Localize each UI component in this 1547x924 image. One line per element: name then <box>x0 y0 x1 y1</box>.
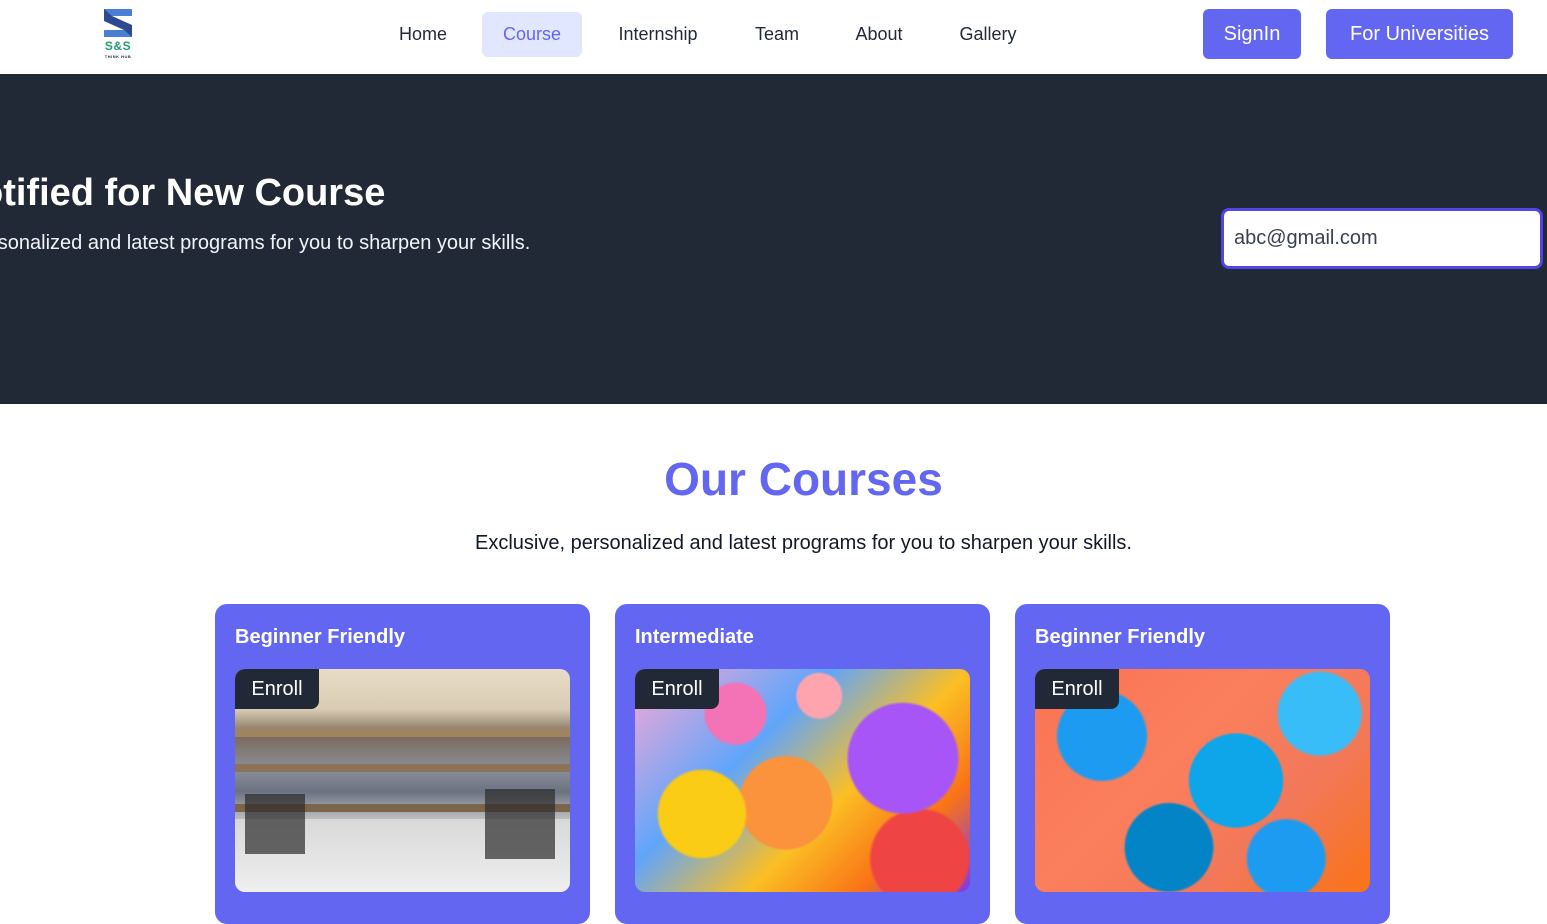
nav-course[interactable]: Course <box>482 12 582 57</box>
logo-subtext: THINK HUB <box>104 54 132 59</box>
logo-s-icon <box>104 9 132 37</box>
navbar: S&S THINK HUB Home Course Internship Tea… <box>0 0 1547 74</box>
nav-internship[interactable]: Internship <box>604 12 712 57</box>
course-level: Intermediate <box>635 626 754 648</box>
signin-button[interactable]: SignIn <box>1203 9 1301 59</box>
logo-text: S&S <box>104 39 132 53</box>
enroll-button[interactable]: Enroll <box>635 669 719 709</box>
enroll-button[interactable]: Enroll <box>1035 669 1119 709</box>
nav-about[interactable]: About <box>842 12 916 57</box>
courses-section-title: Our Courses <box>664 453 943 505</box>
course-card[interactable]: Beginner Friendly Enroll <box>215 604 590 924</box>
course-level: Beginner Friendly <box>235 626 406 648</box>
course-card[interactable]: Beginner Friendly Enroll <box>1015 604 1390 924</box>
nav-home[interactable]: Home <box>386 12 460 57</box>
notify-banner: otified for New Course ersonalized and l… <box>0 74 1547 404</box>
for-universities-button[interactable]: For Universities <box>1326 9 1513 59</box>
courses-section-subtitle: Exclusive, personalized and latest progr… <box>475 532 1132 554</box>
enroll-button[interactable]: Enroll <box>235 669 319 709</box>
email-input[interactable] <box>1221 208 1543 269</box>
nav-team[interactable]: Team <box>742 12 812 57</box>
course-level: Beginner Friendly <box>1035 626 1206 648</box>
banner-subtitle: ersonalized and latest programs for you … <box>0 232 531 254</box>
course-card[interactable]: Intermediate Enroll <box>615 604 990 924</box>
nav-gallery[interactable]: Gallery <box>946 12 1030 57</box>
brand-logo[interactable]: S&S THINK HUB <box>98 7 138 61</box>
banner-title: otified for New Course <box>0 172 386 214</box>
